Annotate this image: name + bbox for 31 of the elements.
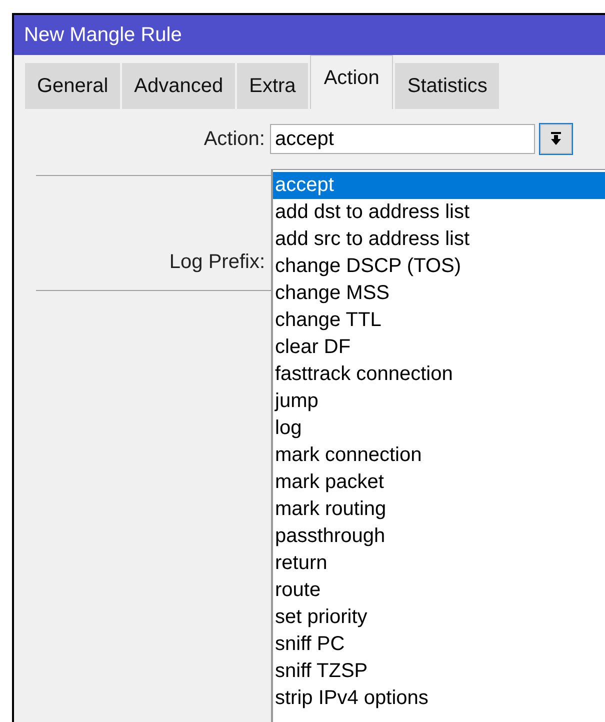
arrow-down-icon (550, 132, 562, 146)
tab[interactable]: Extra (237, 63, 310, 109)
dropdown-option[interactable]: add dst to address list (273, 199, 605, 226)
dropdown-option[interactable]: return (273, 550, 605, 577)
dropdown-option[interactable]: sniff PC (273, 631, 605, 658)
dropdown-option[interactable]: mark packet (273, 469, 605, 496)
dropdown-option[interactable]: set priority (273, 604, 605, 631)
dropdown-option[interactable]: change MSS (273, 280, 605, 307)
action-field[interactable]: accept (270, 124, 535, 154)
tab[interactable]: Statistics (395, 63, 502, 109)
dropdown-option[interactable]: route (273, 577, 605, 604)
tab[interactable]: Advanced (122, 63, 238, 109)
dropdown-button[interactable] (540, 124, 572, 154)
field-label: Action: (202, 127, 266, 152)
tab[interactable]: General (25, 63, 122, 109)
window-title: New Mangle Rule (24, 23, 182, 48)
field-label: Log Prefix: (168, 250, 266, 275)
dropdown-option[interactable]: change DSCP (TOS) (273, 253, 605, 280)
dropdown-option[interactable]: change TTL (273, 307, 605, 334)
dropdown-option[interactable]: fasttrack connection (273, 361, 605, 388)
dropdown-option[interactable]: mark connection (273, 442, 605, 469)
dropdown-option[interactable]: add src to address list (273, 226, 605, 253)
dropdown-option[interactable]: clear DF (273, 334, 605, 361)
dropdown-option[interactable]: jump (273, 388, 605, 415)
tab[interactable]: Action (310, 55, 394, 109)
dropdown-option[interactable]: mark routing (273, 496, 605, 523)
dropdown-option[interactable]: strip IPv4 options (273, 685, 605, 712)
dropdown-option[interactable]: log (273, 415, 605, 442)
dropdown-option[interactable]: passthrough (273, 523, 605, 550)
dropdown-option[interactable]: sniff TZSP (273, 658, 605, 685)
dropdown-option[interactable]: accept (273, 172, 605, 199)
